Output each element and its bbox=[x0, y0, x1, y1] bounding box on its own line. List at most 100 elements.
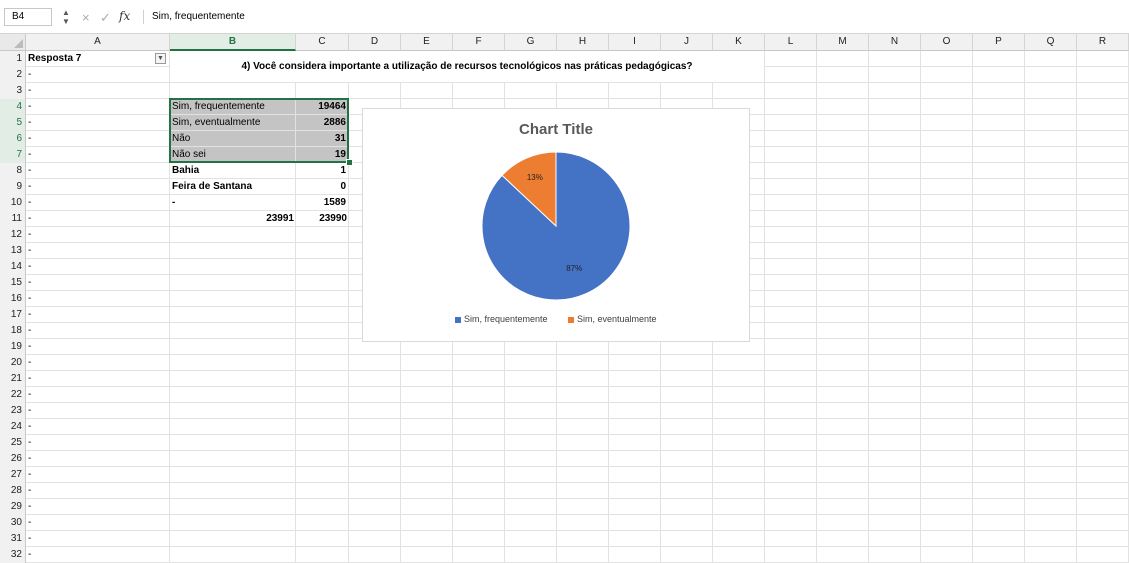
row-header-1[interactable]: 1 bbox=[0, 51, 26, 67]
cell-a27[interactable]: - bbox=[26, 467, 170, 483]
column-header-p[interactable]: P bbox=[973, 34, 1025, 51]
column-header-k[interactable]: K bbox=[713, 34, 765, 51]
name-box-stepper-icon[interactable]: ▲ ▼ bbox=[62, 8, 70, 26]
cell-a25[interactable]: - bbox=[26, 435, 170, 451]
column-header-j[interactable]: J bbox=[661, 34, 713, 51]
cell-a28[interactable]: - bbox=[26, 483, 170, 499]
cell-a18[interactable]: - bbox=[26, 323, 170, 339]
row-header-6[interactable]: 6 bbox=[0, 131, 26, 147]
cell-a7[interactable]: - bbox=[26, 147, 170, 163]
row-header-13[interactable]: 13 bbox=[0, 243, 26, 259]
row-header-7[interactable]: 7 bbox=[0, 147, 26, 163]
cell-b8[interactable]: Bahia bbox=[170, 163, 295, 178]
fill-handle[interactable] bbox=[346, 159, 353, 166]
column-header-i[interactable]: I bbox=[609, 34, 661, 51]
row-header-2[interactable]: 2 bbox=[0, 67, 26, 83]
cell-a9[interactable]: - bbox=[26, 179, 170, 195]
column-header-c[interactable]: C bbox=[296, 34, 349, 51]
cell-c9[interactable]: 0 bbox=[296, 179, 348, 194]
column-header-e[interactable]: E bbox=[401, 34, 453, 51]
row-header-19[interactable]: 19 bbox=[0, 339, 26, 355]
row-header-12[interactable]: 12 bbox=[0, 227, 26, 243]
accept-icon[interactable]: ✓ bbox=[100, 10, 111, 26]
cell-c8[interactable]: 1 bbox=[296, 163, 348, 178]
column-header-n[interactable]: N bbox=[869, 34, 921, 51]
name-box[interactable]: B4 bbox=[4, 8, 52, 26]
cell-b7[interactable]: Não sei bbox=[170, 147, 295, 162]
cell-a10[interactable]: - bbox=[26, 195, 170, 211]
cell-a21[interactable]: - bbox=[26, 371, 170, 387]
cell-a14[interactable]: - bbox=[26, 259, 170, 275]
column-header-a[interactable]: A bbox=[26, 34, 170, 51]
row-header-3[interactable]: 3 bbox=[0, 83, 26, 99]
row-header-17[interactable]: 17 bbox=[0, 307, 26, 323]
select-all-corner[interactable] bbox=[0, 34, 26, 51]
pie-chart[interactable]: Chart Title 87% 13% Sim, frequentemente Si… bbox=[362, 108, 750, 342]
question-title-cell[interactable]: 4) Você considera importante a utilizaçã… bbox=[170, 51, 764, 82]
cell-c7[interactable]: 19 bbox=[296, 147, 348, 162]
row-header-26[interactable]: 26 bbox=[0, 451, 26, 467]
row-header-9[interactable]: 9 bbox=[0, 179, 26, 195]
column-header-m[interactable]: M bbox=[817, 34, 869, 51]
row-header-32[interactable]: 32 bbox=[0, 547, 26, 563]
cell-a20[interactable]: - bbox=[26, 355, 170, 371]
formula-input[interactable]: Sim, frequentemente bbox=[152, 9, 245, 25]
cell-a2[interactable]: - bbox=[26, 67, 170, 83]
row-header-24[interactable]: 24 bbox=[0, 419, 26, 435]
cell-a16[interactable]: - bbox=[26, 291, 170, 307]
cell-a17[interactable]: - bbox=[26, 307, 170, 323]
row-header-22[interactable]: 22 bbox=[0, 387, 26, 403]
column-header-h[interactable]: H bbox=[557, 34, 609, 51]
row-header-11[interactable]: 11 bbox=[0, 211, 26, 227]
column-header-r[interactable]: R bbox=[1077, 34, 1129, 51]
row-header-29[interactable]: 29 bbox=[0, 499, 26, 515]
row-header-31[interactable]: 31 bbox=[0, 531, 26, 547]
cell-a31[interactable]: - bbox=[26, 531, 170, 547]
row-header-10[interactable]: 10 bbox=[0, 195, 26, 211]
row-header-25[interactable]: 25 bbox=[0, 435, 26, 451]
cell-a30[interactable]: - bbox=[26, 515, 170, 531]
row-header-15[interactable]: 15 bbox=[0, 275, 26, 291]
row-header-21[interactable]: 21 bbox=[0, 371, 26, 387]
cell-a5[interactable]: - bbox=[26, 115, 170, 131]
row-header-8[interactable]: 8 bbox=[0, 163, 26, 179]
column-header-b[interactable]: B bbox=[170, 34, 296, 51]
cell-a19[interactable]: - bbox=[26, 339, 170, 355]
column-header-q[interactable]: Q bbox=[1025, 34, 1077, 51]
cancel-icon[interactable]: × bbox=[82, 10, 90, 25]
cell-b6[interactable]: Não bbox=[170, 131, 295, 146]
legend-item-1[interactable]: Sim, frequentemente bbox=[455, 314, 548, 324]
cell-c6[interactable]: 31 bbox=[296, 131, 348, 146]
cell-a3[interactable]: - bbox=[26, 83, 170, 99]
column-header-f[interactable]: F bbox=[453, 34, 505, 51]
column-header-l[interactable]: L bbox=[765, 34, 817, 51]
cell-a4[interactable]: - bbox=[26, 99, 170, 115]
row-header-16[interactable]: 16 bbox=[0, 291, 26, 307]
column-header-g[interactable]: G bbox=[505, 34, 557, 51]
column-header-o[interactable]: O bbox=[921, 34, 973, 51]
cell-c10[interactable]: 1589 bbox=[296, 195, 348, 210]
cell-a32[interactable]: - bbox=[26, 547, 170, 563]
filter-dropdown-icon[interactable]: ▼ bbox=[155, 53, 166, 64]
cell-b5[interactable]: Sim, eventualmente bbox=[170, 115, 295, 130]
row-header-4[interactable]: 4 bbox=[0, 99, 26, 115]
row-header-28[interactable]: 28 bbox=[0, 483, 26, 499]
column-header-d[interactable]: D bbox=[349, 34, 401, 51]
legend-item-2[interactable]: Sim, eventualmente bbox=[568, 314, 657, 324]
cell-a26[interactable]: - bbox=[26, 451, 170, 467]
spreadsheet-grid[interactable]: ABCDEFGHIJKLMNOPQR 1 2 3 4 5 6 7 8 9 10 11 12 13 14 15… bbox=[0, 34, 1129, 563]
row-header-23[interactable]: 23 bbox=[0, 403, 26, 419]
cell-b9[interactable]: Feira de Santana bbox=[170, 179, 295, 194]
total-cell-c11[interactable]: 23990 bbox=[296, 211, 349, 227]
row-header-20[interactable]: 20 bbox=[0, 355, 26, 371]
cell-a15[interactable]: - bbox=[26, 275, 170, 291]
cell-a6[interactable]: - bbox=[26, 131, 170, 147]
cell-c5[interactable]: 2886 bbox=[296, 115, 348, 130]
cell-a11[interactable]: - bbox=[26, 211, 170, 227]
row-header-30[interactable]: 30 bbox=[0, 515, 26, 531]
row-header-14[interactable]: 14 bbox=[0, 259, 26, 275]
cell-c4[interactable]: 19464 bbox=[296, 99, 348, 114]
insert-function-icon[interactable]: fx bbox=[119, 9, 130, 23]
cell-a29[interactable]: - bbox=[26, 499, 170, 515]
cell-a12[interactable]: - bbox=[26, 227, 170, 243]
